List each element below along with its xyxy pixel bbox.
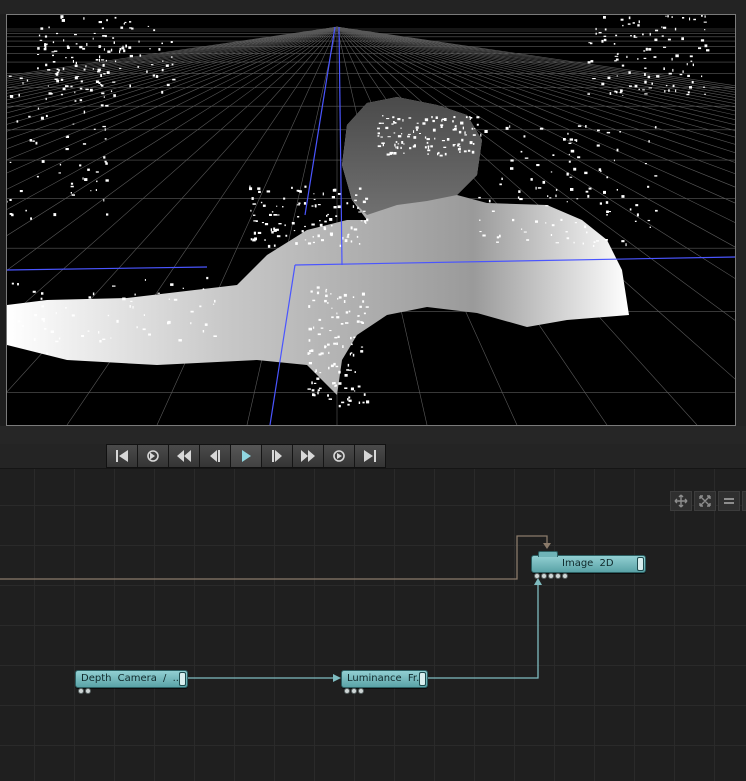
node-depth-camera[interactable]: Depth Camera / ... [75,670,188,694]
node-depth-camera-label: Depth Camera / ... [81,673,183,684]
node-luminance-label: Luminance Fr... [347,673,426,684]
add-node-button[interactable] [742,491,746,511]
align-button[interactable] [718,491,740,511]
play-button[interactable] [231,445,262,467]
viewport-margin [736,14,746,426]
record-button[interactable] [324,445,355,467]
output-port[interactable] [358,688,364,694]
output-port[interactable] [548,573,554,579]
wire-external-to-image2d [0,535,548,580]
node-collapse-handle[interactable] [637,557,644,571]
move-icon [674,494,688,508]
arrow-up-image2d [534,578,542,585]
arrow-into-image2d [543,543,551,549]
output-port[interactable] [78,688,84,694]
output-port[interactable] [85,688,91,694]
depth-image-preview [7,15,735,425]
circle-icon [333,450,345,462]
fit-icon [699,495,711,507]
move-tool-button[interactable] [670,491,692,511]
node-output-ports [344,688,364,694]
wire-luminance-to-image2d [427,583,539,679]
skip-start-icon [116,450,128,462]
panel-divider[interactable] [0,426,746,444]
node-luminance-filter[interactable]: Luminance Fr... [341,670,428,694]
rewind-button[interactable] [169,445,200,467]
step-forward-button[interactable] [262,445,293,467]
node-output-ports [534,573,568,579]
step-back-icon [210,450,220,462]
output-port[interactable] [534,573,540,579]
top-strip [0,0,746,14]
node-image-2d[interactable]: Image 2D [531,551,646,579]
loop-icon [147,450,159,462]
output-port[interactable] [344,688,350,694]
align-icon [724,498,734,504]
transport-controls [106,444,386,468]
arrow-into-luminance [333,674,341,682]
node-collapse-handle[interactable] [419,672,426,686]
graph-toolbar [670,491,746,511]
node-input-tab[interactable] [538,551,558,557]
play-icon [242,450,251,462]
loop-button[interactable] [138,445,169,467]
output-port[interactable] [562,573,568,579]
node-graph-canvas[interactable]: Depth Camera / ... Luminance Fr... Image… [0,469,746,781]
step-back-button[interactable] [200,445,231,467]
output-port[interactable] [541,573,547,579]
node-collapse-handle[interactable] [179,672,186,686]
node-image2d-label: Image 2D [562,558,614,569]
output-port[interactable] [555,573,561,579]
skip-end-icon [364,450,376,462]
fast-forward-button[interactable] [293,445,324,467]
rewind-icon [177,450,191,462]
output-port[interactable] [351,688,357,694]
node-output-ports [78,688,91,694]
fast-forward-icon [301,450,315,462]
skip-to-end-button[interactable] [355,445,385,467]
skip-to-start-button[interactable] [107,445,138,467]
step-forward-icon [272,450,282,462]
viewport-3d[interactable] [6,14,736,426]
fit-view-button[interactable] [694,491,716,511]
connection-wires [0,535,551,682]
